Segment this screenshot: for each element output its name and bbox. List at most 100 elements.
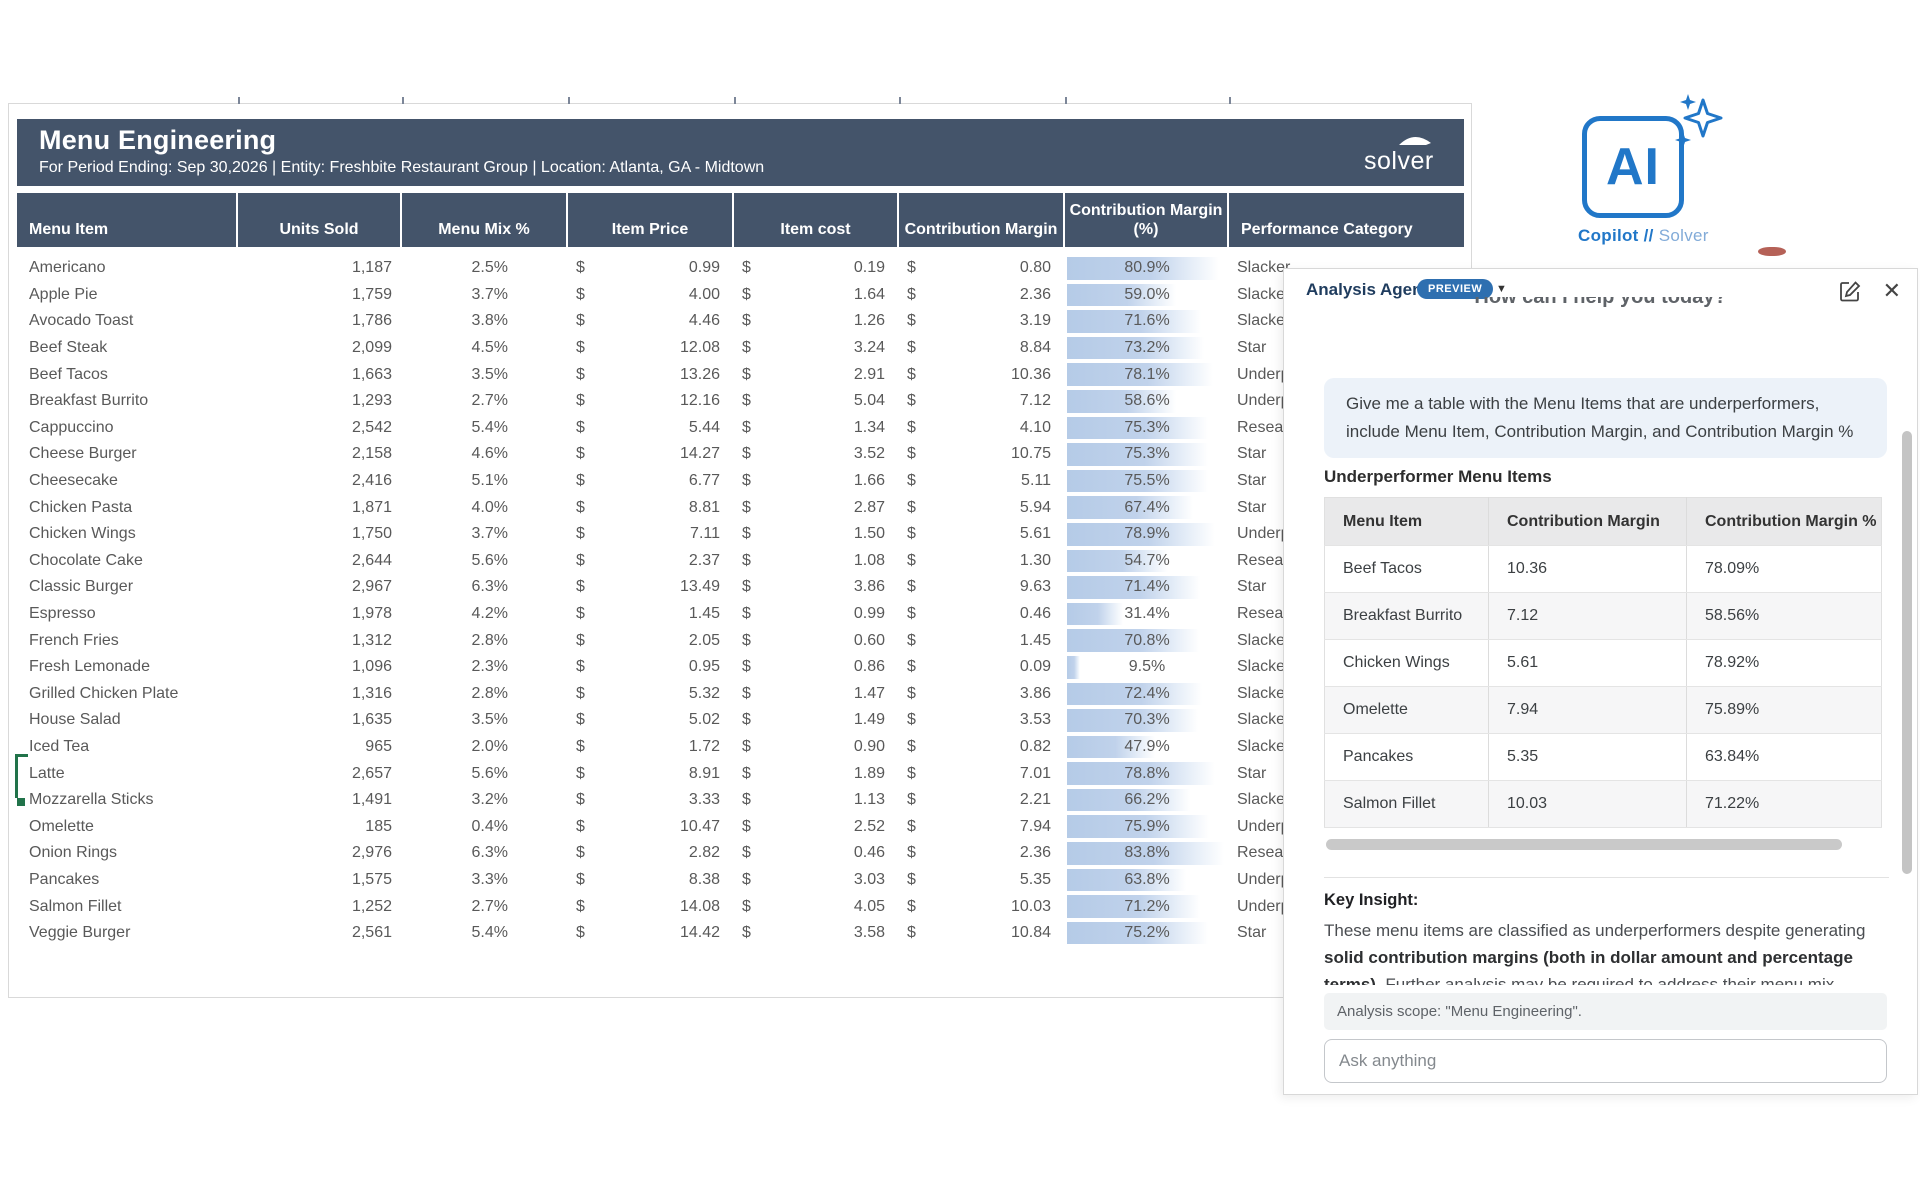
cell-units-sold[interactable]: 1,635 [238, 707, 402, 734]
cell-contribution-margin-pct[interactable]: 71.4% [1065, 574, 1229, 601]
cell-menu-mix[interactable]: 2.3% [402, 654, 568, 681]
cell-menu-item[interactable]: Iced Tea [17, 734, 238, 761]
cell-menu-item[interactable]: Americano [17, 255, 238, 282]
cell-menu-mix[interactable]: 2.7% [402, 893, 568, 920]
cell-item-cost[interactable]: $0.86 [734, 654, 899, 681]
cell-item-cost[interactable]: $1.66 [734, 468, 899, 495]
cell-units-sold[interactable]: 2,644 [238, 548, 402, 575]
cell-contribution-margin[interactable]: $10.84 [899, 920, 1065, 947]
cell-contribution-margin[interactable]: $0.09 [899, 654, 1065, 681]
cell-units-sold[interactable]: 1,096 [238, 654, 402, 681]
cell-item-price[interactable]: $0.95 [568, 654, 734, 681]
cell-contribution-margin-pct[interactable]: 54.7% [1065, 548, 1229, 575]
cell-item-price[interactable]: $12.08 [568, 335, 734, 362]
cell-item-cost[interactable]: $0.60 [734, 627, 899, 654]
cell-contribution-margin[interactable]: $4.10 [899, 415, 1065, 442]
cell-contribution-margin[interactable]: $0.80 [899, 255, 1065, 282]
cell-item-cost[interactable]: $2.52 [734, 813, 899, 840]
cell-menu-item[interactable]: Breakfast Burrito [17, 388, 238, 415]
column-header-units-sold[interactable]: Units Sold [238, 193, 402, 247]
cell-menu-item[interactable]: Onion Rings [17, 840, 238, 867]
cell-contribution-margin-pct[interactable]: 78.9% [1065, 521, 1229, 548]
cell-menu-mix[interactable]: 0.4% [402, 813, 568, 840]
cell-contribution-margin-pct[interactable]: 75.2% [1065, 920, 1229, 947]
cell-units-sold[interactable]: 1,759 [238, 282, 402, 309]
column-header-contribution-margin[interactable]: Contribution Margin [899, 193, 1065, 247]
cell-menu-mix[interactable]: 3.7% [402, 521, 568, 548]
cell-contribution-margin[interactable]: $7.01 [899, 760, 1065, 787]
cell-menu-item[interactable]: Chicken Pasta [17, 494, 238, 521]
cell-contribution-margin-pct[interactable]: 70.8% [1065, 627, 1229, 654]
cell-item-price[interactable]: $5.32 [568, 681, 734, 708]
cell-item-cost[interactable]: $0.19 [734, 255, 899, 282]
cell-units-sold[interactable]: 1,871 [238, 494, 402, 521]
cell-item-price[interactable]: $13.26 [568, 361, 734, 388]
cell-contribution-margin[interactable]: $8.84 [899, 335, 1065, 362]
column-header-menu-mix[interactable]: Menu Mix % [402, 193, 568, 247]
cell-item-cost[interactable]: $1.49 [734, 707, 899, 734]
cell-menu-mix[interactable]: 4.6% [402, 441, 568, 468]
cell-item-cost[interactable]: $1.08 [734, 548, 899, 575]
cell-contribution-margin-pct[interactable]: 75.5% [1065, 468, 1229, 495]
cell-contribution-margin-pct[interactable]: 9.5% [1065, 654, 1229, 681]
chevron-down-icon[interactable]: ▼ [1496, 283, 1507, 295]
cell-menu-mix[interactable]: 5.6% [402, 760, 568, 787]
cell-contribution-margin-pct[interactable]: 71.6% [1065, 308, 1229, 335]
cell-menu-mix[interactable]: 4.2% [402, 601, 568, 628]
cell-contribution-margin-pct[interactable]: 80.9% [1065, 255, 1229, 282]
cell-menu-mix[interactable]: 3.5% [402, 361, 568, 388]
cell-units-sold[interactable]: 1,316 [238, 681, 402, 708]
cell-item-price[interactable]: $3.33 [568, 787, 734, 814]
cell-item-price[interactable]: $2.82 [568, 840, 734, 867]
cell-contribution-margin-pct[interactable]: 75.9% [1065, 813, 1229, 840]
cell-item-price[interactable]: $13.49 [568, 574, 734, 601]
cell-item-cost[interactable]: $3.86 [734, 574, 899, 601]
cell-menu-item[interactable]: Cheesecake [17, 468, 238, 495]
cell-item-price[interactable]: $1.45 [568, 601, 734, 628]
cell-contribution-margin-pct[interactable]: 31.4% [1065, 601, 1229, 628]
cell-menu-mix[interactable]: 2.8% [402, 627, 568, 654]
cell-contribution-margin[interactable]: $7.12 [899, 388, 1065, 415]
cell-contribution-margin-pct[interactable]: 70.3% [1065, 707, 1229, 734]
cell-units-sold[interactable]: 1,252 [238, 893, 402, 920]
cell-units-sold[interactable]: 1,978 [238, 601, 402, 628]
cell-contribution-margin-pct[interactable]: 72.4% [1065, 681, 1229, 708]
vertical-scrollbar[interactable] [1902, 431, 1912, 874]
cell-menu-item[interactable]: Apple Pie [17, 282, 238, 309]
cell-item-price[interactable]: $5.44 [568, 415, 734, 442]
cell-item-cost[interactable]: $2.87 [734, 494, 899, 521]
cell-item-price[interactable]: $4.46 [568, 308, 734, 335]
cell-item-cost[interactable]: $2.91 [734, 361, 899, 388]
cell-menu-item[interactable]: Pancakes [17, 867, 238, 894]
cell-item-price[interactable]: $7.11 [568, 521, 734, 548]
cell-contribution-margin[interactable]: $10.75 [899, 441, 1065, 468]
cell-item-cost[interactable]: $0.90 [734, 734, 899, 761]
horizontal-scrollbar[interactable] [1326, 839, 1842, 850]
cell-item-cost[interactable]: $3.24 [734, 335, 899, 362]
cell-item-cost[interactable]: $1.89 [734, 760, 899, 787]
cell-units-sold[interactable]: 2,158 [238, 441, 402, 468]
cell-contribution-margin[interactable]: $7.94 [899, 813, 1065, 840]
cell-units-sold[interactable]: 2,416 [238, 468, 402, 495]
cell-menu-item[interactable]: Grilled Chicken Plate [17, 681, 238, 708]
cell-menu-mix[interactable]: 2.7% [402, 388, 568, 415]
ask-anything-input[interactable]: Ask anything [1324, 1039, 1887, 1083]
column-header-menu-item[interactable]: Menu Item [17, 193, 238, 247]
cell-units-sold[interactable]: 1,312 [238, 627, 402, 654]
active-cell-fill-handle[interactable] [17, 798, 25, 806]
cell-item-price[interactable]: $14.27 [568, 441, 734, 468]
cell-contribution-margin-pct[interactable]: 47.9% [1065, 734, 1229, 761]
cell-item-cost[interactable]: $5.04 [734, 388, 899, 415]
cell-menu-item[interactable]: Salmon Fillet [17, 893, 238, 920]
cell-item-price[interactable]: $14.08 [568, 893, 734, 920]
cell-menu-mix[interactable]: 6.3% [402, 840, 568, 867]
cell-units-sold[interactable]: 185 [238, 813, 402, 840]
cell-contribution-margin-pct[interactable]: 58.6% [1065, 388, 1229, 415]
cell-contribution-margin[interactable]: $2.21 [899, 787, 1065, 814]
cell-contribution-margin[interactable]: $3.86 [899, 681, 1065, 708]
cell-contribution-margin-pct[interactable]: 63.8% [1065, 867, 1229, 894]
cell-item-price[interactable]: $6.77 [568, 468, 734, 495]
cell-menu-item[interactable]: Cappuccino [17, 415, 238, 442]
cell-units-sold[interactable]: 965 [238, 734, 402, 761]
cell-contribution-margin-pct[interactable]: 75.3% [1065, 441, 1229, 468]
